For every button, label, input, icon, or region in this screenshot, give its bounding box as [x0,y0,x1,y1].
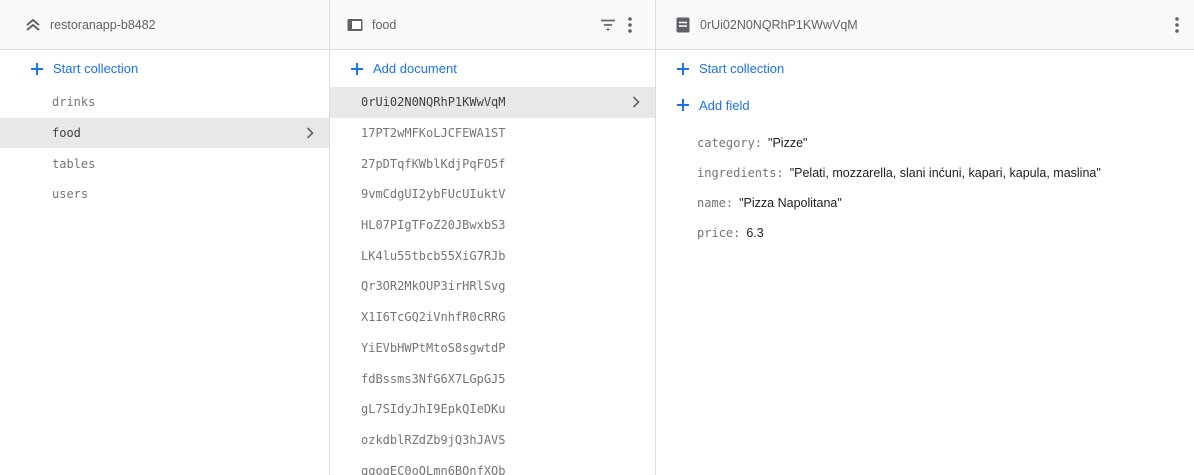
database-stack-icon [24,16,42,34]
more-options-icon[interactable] [1166,12,1188,38]
collection-panel: food Add document 0rUi02N0NQRhP1KWwVqM 1… [330,0,656,475]
document-id-label: X1I6TcGQ2iVnhfR0cRRG [361,310,506,325]
collection-header: food [330,0,655,50]
collection-item-label: food [52,126,81,141]
collection-item-label: tables [52,156,96,171]
document-item[interactable]: 27pDTqfKWblKdjPqFO5f [330,148,655,179]
plus-icon [350,62,364,76]
field-row[interactable]: category: "Pizze" [656,128,1194,158]
filter-icon[interactable] [597,12,619,38]
document-id-label: HL07PIgTFoZ20JBwxbS3 [361,218,506,233]
collection-item-label: users [52,187,89,202]
collection-item-food[interactable]: food [0,117,329,149]
collection-icon [346,16,364,34]
document-item[interactable]: HL07PIgTFoZ20JBwxbS3 [330,210,655,241]
field-value: "Pizza Napolitana" [739,196,842,210]
document-item[interactable]: YiEVbHWPtMtoS8sgwtdP [330,333,655,364]
document-item[interactable]: ozkdblRZdZb9jQ3hJAVS [330,425,655,456]
field-key: ingredients: [697,166,784,180]
document-panel: 0rUi02N0NQRhP1KWwVqM Start collection Ad… [656,0,1194,475]
document-item[interactable]: 0rUi02N0NQRhP1KWwVqM [330,87,655,118]
document-item[interactable]: X1I6TcGQ2iVnhfR0cRRG [330,302,655,333]
start-collection-button[interactable]: Start collection [656,50,1194,87]
document-item[interactable]: 9vmCdgUI2ybFUcUIuktV [330,179,655,210]
collection-item-users[interactable]: users [0,179,329,210]
add-field-button[interactable]: Add field [656,87,1194,123]
collection-header-actions [597,0,641,49]
document-title: 0rUi02N0NQRhP1KWwVqM [700,17,858,32]
add-field-label: Add field [699,97,750,113]
document-id-label: gL7SIdyJhI9EpkQIeDKu [361,402,506,417]
field-row[interactable]: price: 6.3 [656,218,1194,248]
document-id-label: 17PT2wMFKoLJCFEWA1ST [361,126,506,141]
more-options-icon[interactable] [619,12,641,38]
start-collection-label: Start collection [53,61,139,76]
document-id-label: ozkdblRZdZb9jQ3hJAVS [361,432,506,447]
add-document-label: Add document [373,61,457,76]
root-panel: restoranapp-b8482 Start collection drink… [0,0,330,475]
document-header-actions [1166,0,1188,49]
document-item[interactable]: Qr3OR2MkOUP3irHRlSvg [330,271,655,302]
field-row[interactable]: ingredients: "Pelati, mozzarella, slani i… [656,158,1194,188]
document-id-label: 0rUi02N0NQRhP1KWwVqM [361,95,506,110]
field-key: price: [697,226,741,240]
chevron-right-icon [632,87,640,118]
collection-item-label: drinks [52,95,96,110]
document-id-label: qqogEC0oQLmn6BOnfXQb [361,463,506,475]
root-header: restoranapp-b8482 [0,0,329,50]
collection-item-drinks[interactable]: drinks [0,87,329,118]
field-value: "Pelati, mozzarella, slani inćuni, kapar… [789,166,1101,180]
plus-icon [30,62,44,76]
field-row[interactable]: name: "Pizza Napolitana" [656,188,1194,218]
document-id-label: 27pDTqfKWblKdjPqFO5f [361,156,506,171]
document-id-label: Qr3OR2MkOUP3irHRlSvg [361,279,506,294]
document-id-label: fdBssms3NfG6X7LGpGJ5 [361,371,506,386]
document-id-label: YiEVbHWPtMtoS8sgwtdP [361,340,506,355]
document-id-label: LK4lu55tbcb55XiG7RJb [361,248,506,263]
document-header: 0rUi02N0NQRhP1KWwVqM [656,0,1194,50]
document-item[interactable]: LK4lu55tbcb55XiG7RJb [330,240,655,271]
document-icon [674,16,692,34]
document-item[interactable]: fdBssms3NfG6X7LGpGJ5 [330,363,655,394]
root-title: restoranapp-b8482 [50,17,156,32]
plus-icon [676,98,690,112]
document-item[interactable]: gL7SIdyJhI9EpkQIeDKu [330,394,655,425]
collection-title: food [372,17,397,32]
add-document-button[interactable]: Add document [330,50,655,87]
field-key: name: [697,196,734,210]
fields-list: category: "Pizze" ingredients: "Pelati, moz… [656,128,1194,248]
plus-icon [676,62,690,76]
firestore-data-panels: restoranapp-b8482 Start collection drink… [0,0,1194,475]
document-item[interactable]: 17PT2wMFKoLJCFEWA1ST [330,118,655,149]
field-value: 6.3 [746,226,764,240]
documents-list: 0rUi02N0NQRhP1KWwVqM 17PT2wMFKoLJCFEWA1ST… [330,87,655,475]
field-value: "Pizze" [768,136,808,150]
collections-list: drinks food tables users [0,87,329,210]
document-id-label: 9vmCdgUI2ybFUcUIuktV [361,187,506,202]
document-item[interactable]: qqogEC0oQLmn6BOnfXQb [330,455,655,475]
collection-item-tables[interactable]: tables [0,148,329,179]
chevron-right-icon [306,118,314,149]
start-collection-button[interactable]: Start collection [0,50,329,87]
field-key: category: [697,136,763,150]
start-collection-label: Start collection [699,61,785,76]
